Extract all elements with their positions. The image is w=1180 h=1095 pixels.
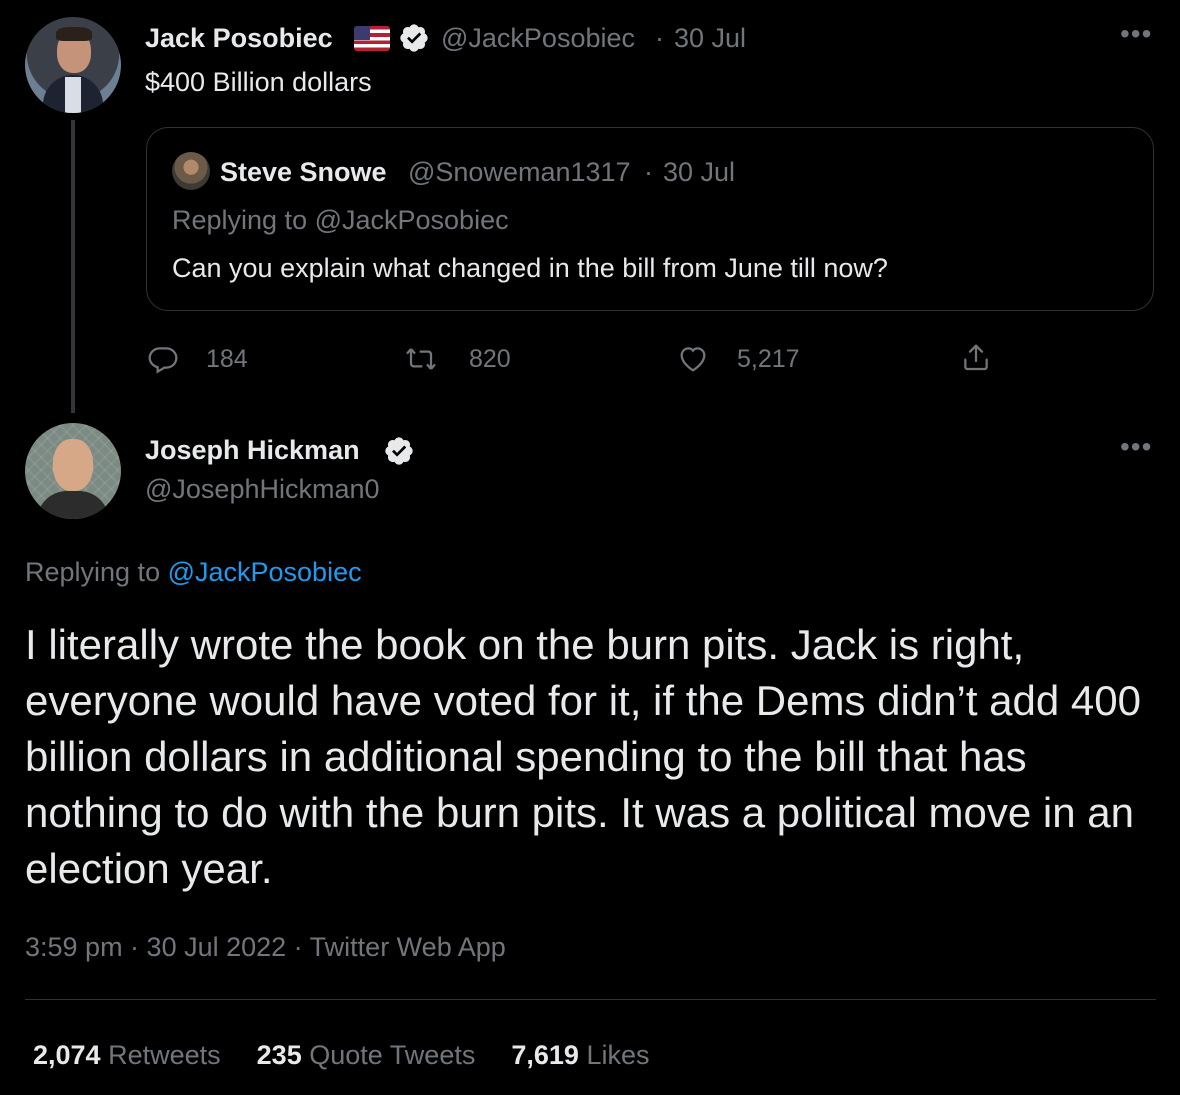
author-name[interactable]: Jack Posobiec <box>145 23 333 54</box>
author-name[interactable]: Joseph Hickman <box>145 435 360 466</box>
avatar-hair <box>56 27 92 41</box>
joseph-hickman-avatar[interactable] <box>25 423 121 519</box>
reply-icon[interactable] <box>147 343 179 375</box>
share-icon[interactable] <box>960 341 992 373</box>
quotes-count: 235 <box>256 1040 302 1070</box>
replying-to: Replying to @JackPosobiec <box>25 557 362 588</box>
quoted-tweet-date[interactable]: 30 Jul <box>663 157 735 188</box>
replying-prefix: Replying to <box>25 557 168 587</box>
tweet-timestamp-source[interactable]: 3:59 pm · 30 Jul 2022 · Twitter Web App <box>25 932 506 963</box>
reply-count: 184 <box>206 345 248 373</box>
separator-dot: · <box>655 23 664 53</box>
avatar-shirt <box>65 77 81 113</box>
quotes-label: Quote Tweets <box>309 1040 476 1070</box>
retweet-count: 820 <box>469 345 511 373</box>
likes-label: Likes <box>586 1040 650 1070</box>
avatar-head <box>53 439 93 491</box>
replying-handle[interactable]: @JackPosobiec <box>315 205 509 235</box>
divider <box>25 999 1156 1000</box>
retweets-label: Retweets <box>108 1040 221 1070</box>
like-icon[interactable] <box>677 343 709 375</box>
replying-handle-link[interactable]: @JackPosobiec <box>168 557 362 587</box>
quoted-tweet-text: Can you explain what changed in the bill… <box>172 253 888 283</box>
tweet-date[interactable]: 30 Jul <box>674 23 746 54</box>
more-icon[interactable]: ••• <box>1120 431 1152 463</box>
likes-stat[interactable]: 7,619 Likes <box>511 1040 649 1070</box>
quoted-author-name[interactable]: Steve Snowe <box>220 157 387 188</box>
more-icon[interactable]: ••• <box>1120 18 1152 50</box>
like-count: 5,217 <box>737 345 800 373</box>
flag-icon <box>354 26 390 51</box>
retweets-count: 2,074 <box>33 1040 101 1070</box>
quote-tweets-stat[interactable]: 235 Quote Tweets <box>257 1040 476 1070</box>
tweet-text: I literally wrote the book on the burn p… <box>25 621 1141 892</box>
steve-snowe-avatar[interactable] <box>172 152 210 190</box>
likes-count: 7,619 <box>511 1040 579 1070</box>
thread-connector-line <box>71 120 75 413</box>
verified-badge-icon <box>385 437 413 465</box>
author-handle[interactable]: @JosephHickman0 <box>145 474 380 505</box>
retweet-icon[interactable] <box>405 343 437 375</box>
jack-posobiec-avatar[interactable] <box>25 17 121 113</box>
quoted-replying-to: Replying to @JackPosobiec <box>172 205 509 236</box>
retweets-stat[interactable]: 2,074 Retweets <box>33 1040 221 1070</box>
replying-prefix: Replying to <box>172 205 315 235</box>
engagement-stats: 2,074 Retweets 235 Quote Tweets 7,619 Like… <box>33 1040 649 1071</box>
quoted-author-handle[interactable]: @Snoweman1317 <box>408 157 631 188</box>
verified-badge-icon <box>400 24 428 52</box>
tweet-text: $400 Billion dollars <box>145 67 372 97</box>
separator-dot: · <box>644 157 653 187</box>
author-handle[interactable]: @JackPosobiec <box>441 23 635 54</box>
